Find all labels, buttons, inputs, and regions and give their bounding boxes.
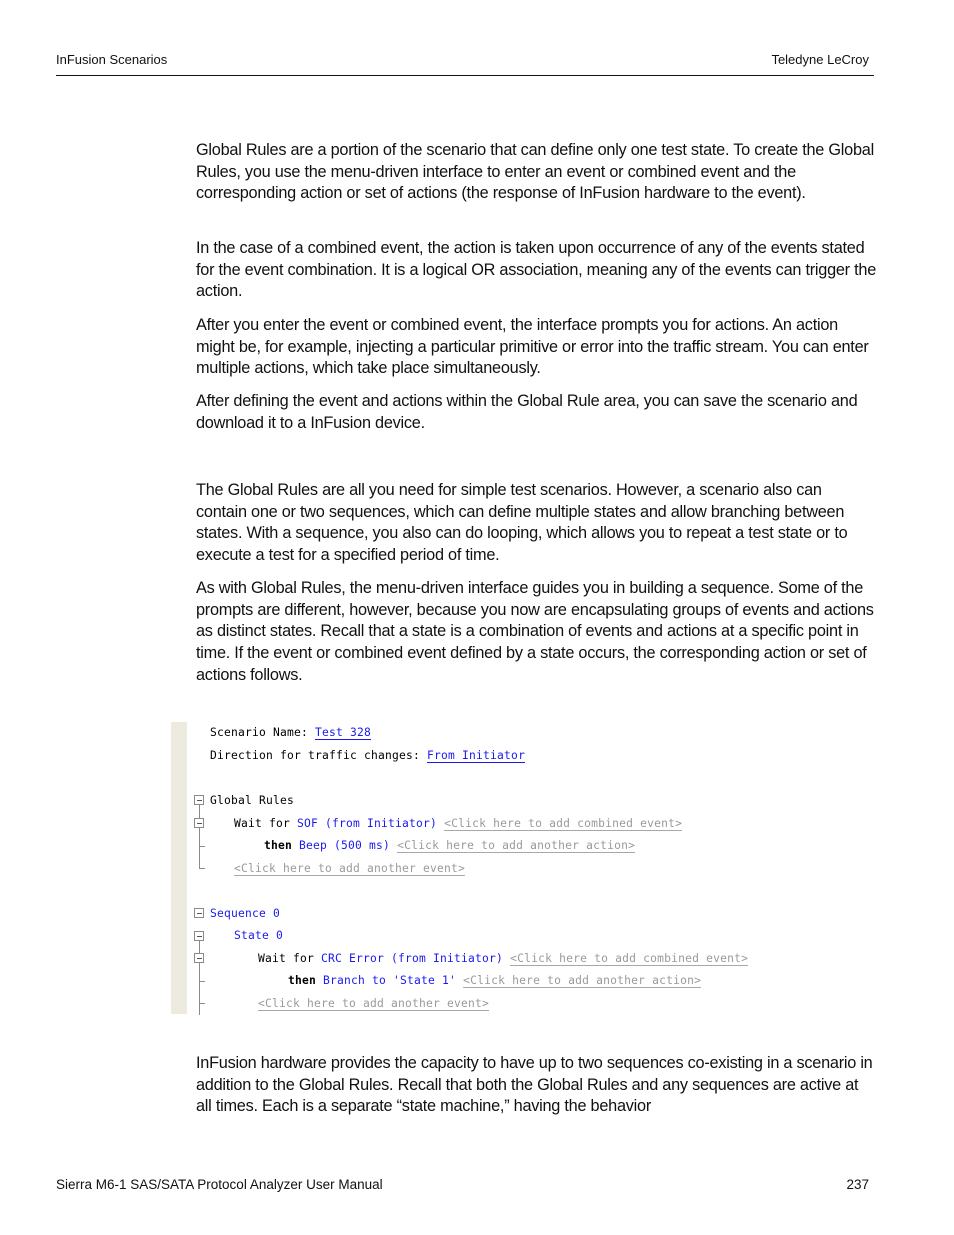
header-divider	[56, 75, 874, 76]
global-add-combined-event-link[interactable]: <Click here to add combined event>	[444, 817, 683, 831]
editor-margin-bar	[171, 722, 187, 1014]
sequence-title-link[interactable]: Sequence 0	[210, 907, 280, 921]
global-wait-line: Wait for SOF (from Initiator) <Click her…	[234, 817, 683, 831]
sequence-add-combined-event-link[interactable]: <Click here to add combined event>	[510, 952, 749, 966]
scenario-name-label: Scenario Name:	[210, 726, 316, 739]
page-number: 237	[846, 1177, 869, 1192]
then-label: then	[288, 974, 324, 987]
state-title-link[interactable]: State 0	[234, 929, 283, 943]
scenario-name-line: Scenario Name: Test 328	[210, 726, 372, 740]
collapse-state-icon[interactable]	[194, 931, 204, 941]
scenario-editor-screenshot: Scenario Name: Test 328 Direction for tr…	[171, 722, 871, 1018]
tree-branch-seq-add	[199, 1003, 205, 1004]
paragraph-global-rules-intro: Global Rules are a portion of the scenar…	[196, 141, 874, 203]
collapse-global-event-icon[interactable]	[194, 818, 204, 828]
collapse-sequence-icon[interactable]	[194, 908, 204, 918]
sequence-action-link[interactable]: Branch to 'State 1'	[323, 974, 456, 987]
direction-line: Direction for traffic changes: From Init…	[210, 749, 526, 763]
global-add-event-line: <Click here to add another event>	[234, 862, 466, 876]
collapse-sequence-event-icon[interactable]	[194, 953, 204, 963]
scenario-name-link[interactable]: Test 328	[315, 726, 372, 740]
global-event-link[interactable]: SOF (from Initiator)	[297, 817, 437, 830]
direction-link[interactable]: From Initiator	[427, 749, 526, 763]
global-add-action-link[interactable]: <Click here to add another action>	[397, 839, 636, 853]
global-then-line: then Beep (500 ms) <Click here to add an…	[264, 839, 636, 853]
paragraph-two-sequences: InFusion hardware provides the capacity …	[196, 1054, 873, 1116]
sequence-add-event-line: <Click here to add another event>	[258, 997, 490, 1011]
wait-for-label: Wait for	[258, 952, 322, 965]
tree-branch-seq-then	[199, 981, 205, 982]
collapse-global-rules-icon[interactable]	[194, 795, 204, 805]
paragraph-actions: After you enter the event or combined ev…	[196, 316, 869, 378]
running-header-section: InFusion Scenarios	[56, 52, 168, 67]
global-add-event-link[interactable]: <Click here to add another event>	[234, 862, 466, 876]
footer-manual-title: Sierra M6-1 SAS/SATA Protocol Analyzer U…	[56, 1177, 383, 1192]
sequence-wait-line: Wait for CRC Error (from Initiator) <Cli…	[258, 952, 749, 966]
sequence-add-action-link[interactable]: <Click here to add another action>	[463, 974, 702, 988]
paragraph-sequences: The Global Rules are all you need for si…	[196, 481, 848, 565]
paragraph-building-sequence: As with Global Rules, the menu-driven in…	[196, 579, 874, 684]
wait-for-label: Wait for	[234, 817, 298, 830]
global-rules-title: Global Rules	[210, 794, 295, 807]
global-action-link[interactable]: Beep (500 ms)	[299, 839, 390, 852]
sequence-event-link[interactable]: CRC Error (from Initiator)	[321, 952, 503, 965]
paragraph-save-download: After defining the event and actions wit…	[196, 392, 858, 432]
sequence-then-line: then Branch to 'State 1' <Click here to …	[288, 974, 702, 988]
paragraph-combined-event: In the case of a combined event, the act…	[196, 239, 877, 301]
direction-label: Direction for traffic changes:	[210, 749, 428, 762]
running-header-company: Teledyne LeCroy	[771, 52, 869, 67]
then-label: then	[264, 839, 300, 852]
tree-branch-global-end	[199, 868, 205, 869]
sequence-add-event-link[interactable]: <Click here to add another event>	[258, 997, 490, 1011]
tree-branch-global-then	[199, 846, 205, 847]
tree-connector-global	[199, 802, 200, 868]
